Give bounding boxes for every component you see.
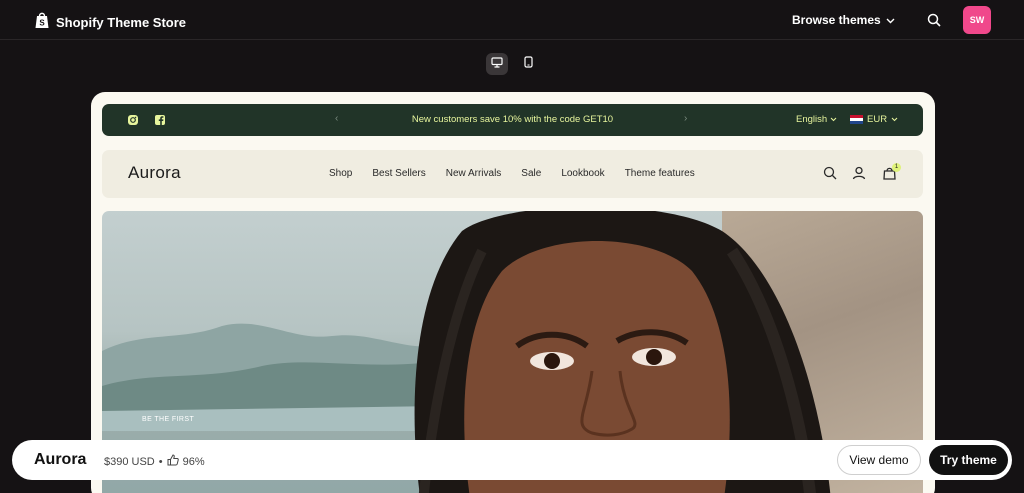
try-theme-button[interactable]: Try theme <box>929 445 1008 475</box>
store-title: Shopify Theme Store <box>56 15 187 30</box>
user-avatar[interactable]: SW <box>963 6 991 34</box>
thumbs-up-icon <box>167 454 179 469</box>
browse-themes-label: Browse themes <box>792 13 881 27</box>
announcement-bar: ‹ New customers save 10% with the code G… <box>102 104 923 136</box>
nav-new-arrivals[interactable]: New Arrivals <box>446 168 502 179</box>
search-icon[interactable] <box>823 166 837 185</box>
theme-name: Aurora <box>34 451 87 468</box>
store-header: Aurora Shop Best Sellers New Arrivals Sa… <box>102 150 923 198</box>
account-icon[interactable] <box>852 166 866 185</box>
nav-theme-features[interactable]: Theme features <box>625 168 695 179</box>
language-selector[interactable]: English <box>796 114 837 125</box>
netherlands-flag-icon <box>850 115 863 124</box>
mobile-view-toggle[interactable] <box>517 53 539 75</box>
theme-rating: 96% <box>182 455 205 468</box>
meta-separator: • <box>158 455 163 468</box>
announcement-next-icon[interactable]: › <box>684 113 687 124</box>
currency-label: EUR <box>867 114 888 125</box>
nav-lookbook[interactable]: Lookbook <box>561 168 604 179</box>
chevron-down-icon <box>830 117 837 122</box>
store-brand[interactable]: S Shopify Theme Store <box>34 11 186 34</box>
theme-meta: $390 USD • 96% <box>104 454 205 469</box>
chevron-down-icon <box>891 117 898 122</box>
theme-preview-frame: ‹ New customers save 10% with the code G… <box>91 92 935 493</box>
shopify-bag-icon: S <box>34 11 50 34</box>
cart-count-badge: 1 <box>892 163 901 172</box>
theme-action-bar: Aurora $390 USD • 96% View demo Try them… <box>12 440 1012 480</box>
nav-shop[interactable]: Shop <box>329 168 352 179</box>
desktop-view-toggle[interactable] <box>486 53 508 75</box>
nav-sale[interactable]: Sale <box>521 168 541 179</box>
search-icon[interactable] <box>927 13 941 32</box>
mobile-icon <box>523 55 533 73</box>
currency-selector[interactable]: EUR <box>850 114 898 125</box>
view-demo-button[interactable]: View demo <box>837 445 921 475</box>
store-topbar: S Shopify Theme Store Browse themes SW <box>0 0 1024 40</box>
main-nav: Shop Best Sellers New Arrivals Sale Look… <box>329 168 695 179</box>
store-logo[interactable]: Aurora <box>128 163 181 183</box>
hero-mountains-image <box>102 323 442 431</box>
language-label: English <box>796 114 828 125</box>
desktop-icon <box>491 55 503 73</box>
nav-best-sellers[interactable]: Best Sellers <box>372 168 425 179</box>
chevron-down-icon <box>886 13 895 27</box>
hero-tagline: BE THE FIRST <box>142 416 195 423</box>
browse-themes-menu[interactable]: Browse themes <box>792 13 895 27</box>
theme-price: $390 USD <box>104 455 155 468</box>
svg-text:S: S <box>39 19 45 28</box>
